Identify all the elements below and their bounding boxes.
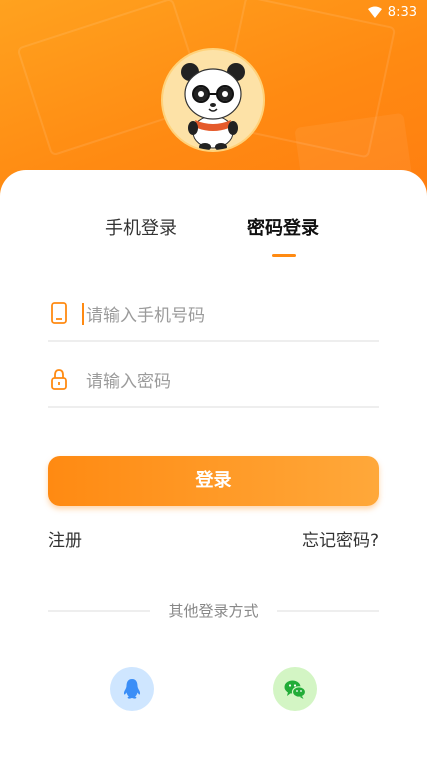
panda-mascot-icon [181,63,245,150]
login-button[interactable]: 登录 [48,456,379,506]
login-card: 手机登录 密码登录 登录 注册 忘记密码? 其他登录方式 [0,170,427,759]
phone-icon [51,302,67,324]
tab-password-login[interactable]: 密码登录 [247,214,319,240]
other-login-label: 其他登录方式 [168,602,259,620]
active-tab-indicator [272,254,296,257]
login-tabs: 手机登录 密码登录 [0,214,427,254]
avatar [161,48,265,152]
tab-phone-login[interactable]: 手机登录 [105,214,177,240]
forgot-password-link[interactable]: 忘记密码? [302,526,379,551]
phone-input[interactable] [84,298,368,334]
status-time: 8:33 [387,4,417,20]
password-input[interactable] [84,364,368,400]
wechat-icon [284,680,307,699]
wechat-login-button[interactable] [273,667,317,711]
qq-icon [123,679,141,699]
status-bar: 8:33 [367,0,417,24]
register-link[interactable]: 注册 [48,526,82,551]
password-field [48,360,379,408]
lock-icon [51,369,67,390]
wifi-icon [367,6,382,18]
other-login-divider: 其他登录方式 [48,600,379,620]
phone-field [48,294,379,342]
qq-login-button[interactable] [110,667,154,711]
